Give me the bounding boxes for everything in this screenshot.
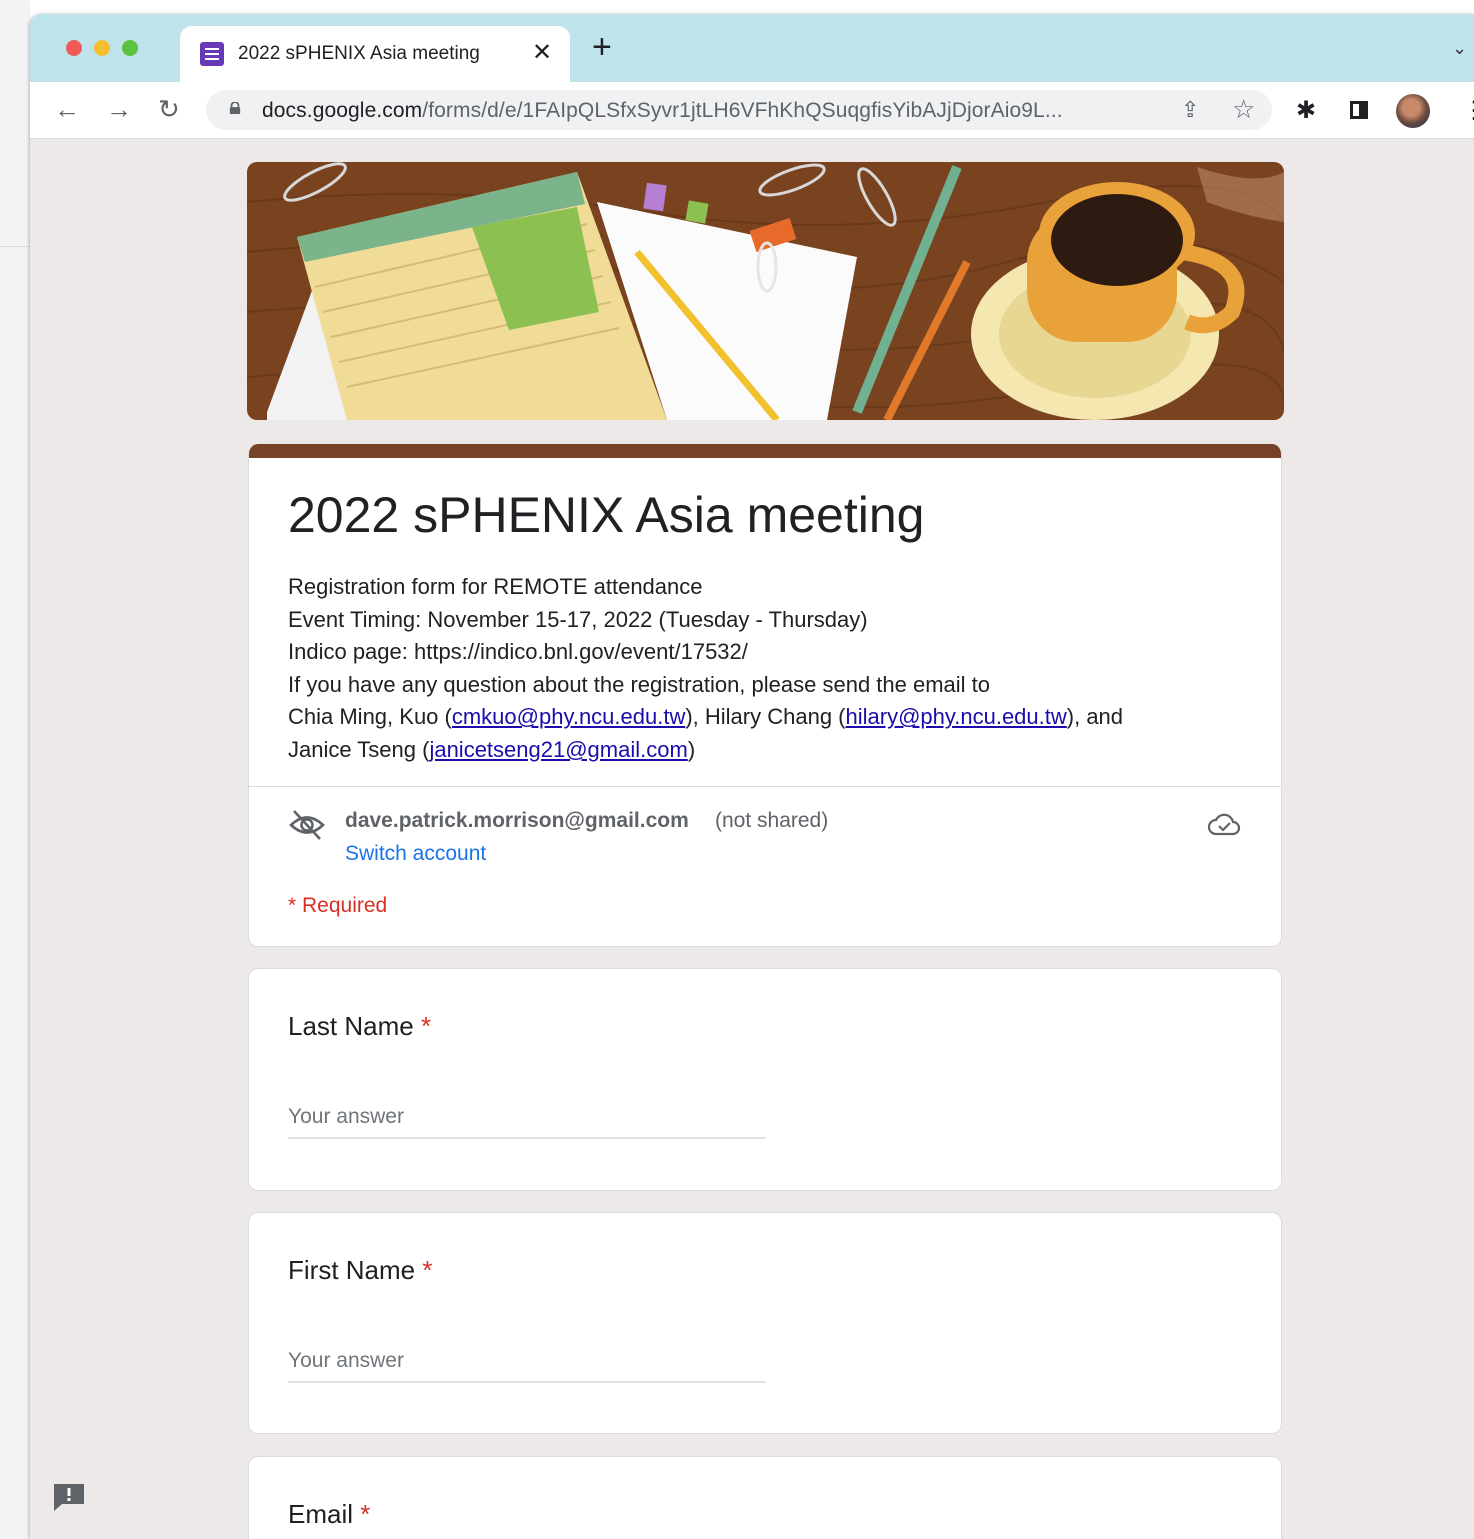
profile-avatar[interactable] bbox=[1396, 94, 1430, 128]
description-line: Event Timing: November 15-17, 2022 (Tues… bbox=[288, 606, 868, 632]
divider bbox=[249, 786, 1281, 787]
lock-icon bbox=[229, 102, 241, 114]
address-bar[interactable]: docs.google.com/forms/d/e/1FAIpQLSfxSyvr… bbox=[206, 90, 1272, 130]
contact-email-link[interactable]: cmkuo@phy.ncu.edu.tw bbox=[452, 704, 685, 729]
required-asterisk: * bbox=[422, 1255, 433, 1285]
question-card-first-name: First Name * bbox=[248, 1212, 1282, 1434]
contact-email-link[interactable]: janicetseng21@gmail.com bbox=[429, 737, 687, 762]
description-line: If you have any question about the regis… bbox=[288, 671, 991, 697]
close-window-button[interactable] bbox=[66, 40, 82, 56]
browser-tab[interactable]: 2022 sPHENIX Asia meeting ✕ bbox=[180, 26, 570, 82]
switch-account-link[interactable]: Switch account bbox=[345, 842, 486, 866]
contact-name: Janice Tseng ( bbox=[288, 736, 430, 762]
account-not-shared-note: (not shared) bbox=[715, 809, 829, 832]
contact-name: ), Hilary Chang ( bbox=[685, 704, 846, 730]
minimize-window-button[interactable] bbox=[94, 40, 110, 56]
url-text: docs.google.com/forms/d/e/1FAIpQLSfxSyvr… bbox=[262, 99, 1063, 122]
question-label: Email * bbox=[288, 1499, 371, 1529]
reload-icon[interactable]: ↻ bbox=[158, 96, 180, 122]
last-name-input[interactable] bbox=[288, 1097, 766, 1139]
zoom-window-button[interactable] bbox=[122, 40, 138, 56]
description-line: Indico page: https://indico.bnl.gov/even… bbox=[288, 639, 748, 665]
browser-window: 2022 sPHENIX Asia meeting ✕ + ⌄ ← → ↻ do… bbox=[30, 14, 1474, 1539]
feedback-icon[interactable] bbox=[52, 1482, 86, 1512]
eye-off-icon bbox=[289, 810, 325, 840]
required-note: * Required bbox=[288, 894, 388, 917]
question-label: First Name * bbox=[288, 1255, 433, 1285]
contact-name: Chia Ming, Kuo ( bbox=[288, 704, 452, 730]
tab-strip: 2022 sPHENIX Asia meeting ✕ + ⌄ bbox=[30, 14, 1474, 82]
back-arrow-icon[interactable]: ← bbox=[54, 96, 80, 122]
theme-accent-bar bbox=[249, 444, 1281, 458]
description-text: ), and bbox=[1066, 704, 1124, 730]
forward-arrow-icon[interactable]: → bbox=[106, 96, 132, 122]
description-line: Chia Ming, Kuo (cmkuo@phy.ncu.edu.tw), H… bbox=[288, 701, 1123, 734]
google-forms-icon bbox=[200, 42, 224, 66]
browser-toolbar: ← → ↻ docs.google.com/forms/d/e/1FAIpQLS… bbox=[30, 82, 1474, 139]
description-line: Janice Tseng (janicetseng21@gmail.com) bbox=[288, 734, 1123, 767]
bookmark-star-icon[interactable]: ☆ bbox=[1232, 94, 1255, 125]
question-card-email: Email * bbox=[248, 1456, 1282, 1539]
tab-title: 2022 sPHENIX Asia meeting bbox=[238, 43, 480, 64]
browser-menu-icon[interactable]: ⋮ bbox=[1462, 96, 1474, 125]
tab-close-icon[interactable]: ✕ bbox=[532, 38, 552, 67]
first-name-input[interactable] bbox=[288, 1341, 766, 1383]
form-page: 2022 sPHENIX Asia meeting Registration f… bbox=[30, 139, 1474, 1539]
form-header-card: 2022 sPHENIX Asia meeting Registration f… bbox=[248, 444, 1282, 947]
side-panel-icon[interactable] bbox=[1350, 101, 1368, 119]
share-icon[interactable]: ⇪ bbox=[1181, 97, 1199, 123]
description-line: Registration form for REMOTE attendance bbox=[288, 574, 703, 599]
question-label: Last Name * bbox=[288, 1011, 432, 1041]
form-title: 2022 sPHENIX Asia meeting bbox=[288, 487, 925, 543]
desktop-background bbox=[0, 0, 30, 1539]
description-text: ) bbox=[687, 736, 696, 762]
required-asterisk: * bbox=[360, 1499, 371, 1529]
contact-email-link[interactable]: hilary@phy.ncu.edu.tw bbox=[846, 704, 1067, 729]
cloud-save-icon bbox=[1207, 813, 1241, 836]
required-asterisk: * bbox=[420, 1011, 432, 1041]
form-description: Registration form for REMOTE attendance … bbox=[288, 571, 1123, 767]
extensions-puzzle-icon[interactable]: ✱ bbox=[1296, 96, 1316, 125]
new-tab-button[interactable]: + bbox=[592, 30, 612, 64]
account-email: dave.patrick.morrison@gmail.com bbox=[345, 809, 689, 832]
form-header-image bbox=[247, 162, 1284, 420]
tab-search-chevron-icon[interactable]: ⌄ bbox=[1452, 38, 1467, 59]
question-card-last-name: Last Name * bbox=[248, 968, 1282, 1191]
